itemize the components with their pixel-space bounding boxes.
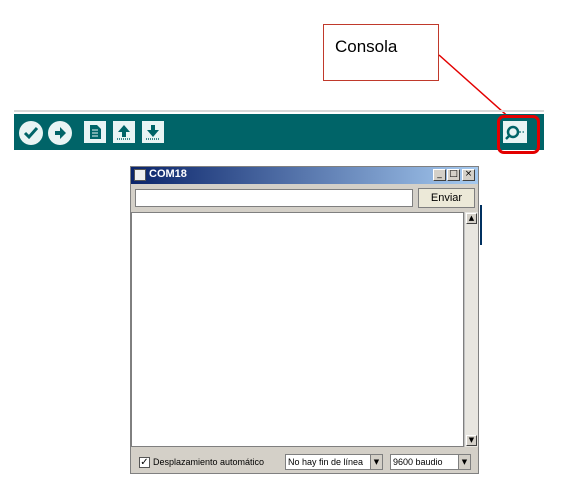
serial-monitor-highlight (497, 115, 540, 154)
send-button[interactable]: Enviar (418, 188, 475, 208)
arrow-up-icon (117, 125, 131, 140)
open-button[interactable] (113, 121, 135, 143)
line-ending-value: No hay fin de línea (288, 457, 364, 467)
scroll-down-arrow-icon[interactable]: ▼ (466, 435, 477, 446)
serial-monitor-window: COM18 _ □ × Enviar ▲ ▼ ✓ Desplazamiento … (130, 166, 479, 474)
chevron-down-icon[interactable]: ▼ (458, 455, 470, 469)
arduino-toolbar (14, 114, 544, 150)
document-icon (90, 125, 101, 139)
arrow-down-icon (146, 125, 160, 140)
window-edge (480, 205, 482, 245)
window-title: COM18 (149, 168, 187, 180)
maximize-button[interactable]: □ (447, 169, 460, 181)
chevron-down-icon[interactable]: ▼ (370, 455, 382, 469)
autoscroll-label: Desplazamiento automático (153, 457, 265, 467)
baud-rate-select[interactable]: 9600 baudio ▼ (390, 454, 471, 470)
toolbar-divider (14, 110, 544, 112)
bottom-bar: ✓ Desplazamiento automático No hay fin d… (131, 451, 478, 473)
minimize-button[interactable]: _ (433, 169, 446, 181)
upload-button[interactable] (48, 121, 72, 145)
line-ending-select[interactable]: No hay fin de línea ▼ (285, 454, 383, 470)
verify-button[interactable] (19, 121, 43, 145)
close-button[interactable]: × (462, 169, 475, 181)
vertical-scrollbar[interactable]: ▲ ▼ (464, 212, 478, 447)
send-input[interactable] (135, 189, 413, 207)
save-button[interactable] (142, 121, 164, 143)
check-icon (23, 127, 39, 140)
baud-rate-value: 9600 baudio (393, 457, 443, 467)
autoscroll-checkbox[interactable]: ✓ (139, 457, 150, 468)
serial-output[interactable] (131, 212, 464, 447)
title-bar[interactable]: COM18 _ □ × (131, 167, 478, 184)
new-button[interactable] (84, 121, 106, 143)
arrow-right-icon (55, 127, 66, 139)
scroll-up-arrow-icon[interactable]: ▲ (466, 213, 477, 224)
java-icon (134, 169, 146, 181)
